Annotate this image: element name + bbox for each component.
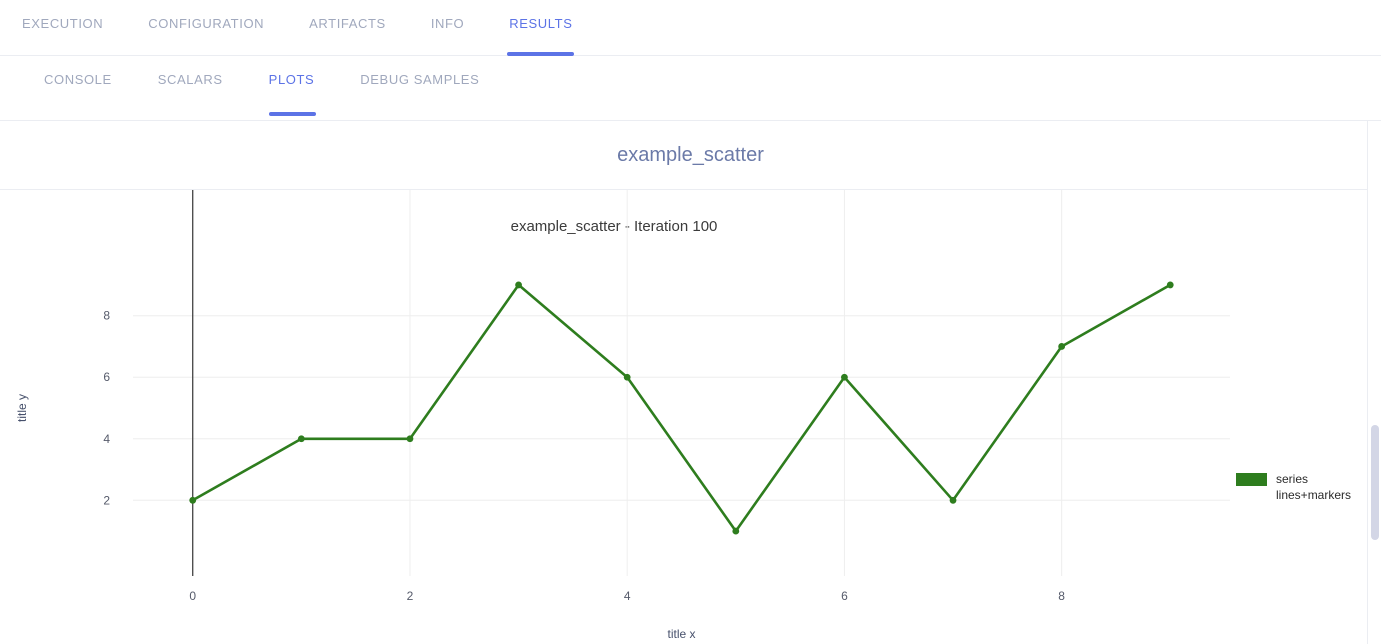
tab-artifacts-label: ARTIFACTS xyxy=(309,16,386,31)
page-scrollbar-track[interactable] xyxy=(1368,188,1381,644)
y-tick-label: 6 xyxy=(103,370,110,384)
tab-execution-label: EXECUTION xyxy=(22,16,104,31)
subtab-scalars[interactable]: SCALARS xyxy=(158,56,245,121)
chart-x-tick-labels: 0 2 4 6 8 xyxy=(189,589,1065,603)
subtab-console-label: CONSOLE xyxy=(44,72,112,87)
tab-configuration-label: CONFIGURATION xyxy=(148,16,265,31)
chart-canvas[interactable]: 0 2 4 6 8 2 4 6 8 title x title y xyxy=(0,190,1369,643)
chart-y-axis-title: title y xyxy=(15,394,29,422)
legend-color-swatch xyxy=(1236,473,1267,486)
tab-execution[interactable]: EXECUTION xyxy=(22,0,126,56)
subtab-console[interactable]: CONSOLE xyxy=(44,56,134,121)
subtab-scalars-label: SCALARS xyxy=(157,72,223,87)
subtab-plots[interactable]: PLOTS xyxy=(268,56,337,121)
tab-info-label: INFO xyxy=(430,16,465,31)
subtab-debug-samples-label: DEBUG SAMPLES xyxy=(360,72,480,87)
series-marker[interactable] xyxy=(1166,281,1174,289)
series-marker[interactable] xyxy=(732,527,740,535)
series-polyline[interactable] xyxy=(191,283,1172,533)
series-marker[interactable] xyxy=(623,373,631,381)
results-plots-page: EXECUTION CONFIGURATION ARTIFACTS INFO R… xyxy=(0,0,1381,644)
x-tick-label: 8 xyxy=(1058,589,1065,603)
chart-series-line[interactable] xyxy=(191,283,1172,533)
x-tick-label: 0 xyxy=(189,589,196,603)
tab-configuration[interactable]: CONFIGURATION xyxy=(148,0,287,56)
main-tab-bar: EXECUTION CONFIGURATION ARTIFACTS INFO R… xyxy=(0,0,1381,56)
tab-results-label: RESULTS xyxy=(509,16,573,31)
x-tick-label: 6 xyxy=(841,589,848,603)
legend-series-mode: lines+markers xyxy=(1276,488,1352,502)
plot-card-title: example_scatter xyxy=(617,143,764,166)
chart-y-tick-labels: 2 4 6 8 xyxy=(103,309,110,508)
series-marker[interactable] xyxy=(1058,343,1066,350)
series-marker[interactable] xyxy=(841,373,848,381)
series-marker[interactable] xyxy=(949,496,957,504)
chart-series-markers[interactable] xyxy=(189,281,1174,535)
x-tick-label: 4 xyxy=(624,589,631,603)
y-tick-label: 2 xyxy=(103,493,110,507)
series-marker[interactable] xyxy=(297,435,305,443)
chart-legend[interactable]: series lines+markers xyxy=(1236,471,1351,503)
subtab-plots-label: PLOTS xyxy=(268,72,315,87)
chart-gridlines xyxy=(133,190,1230,576)
tab-artifacts[interactable]: ARTIFACTS xyxy=(309,0,409,56)
y-tick-label: 4 xyxy=(103,432,110,446)
series-marker[interactable] xyxy=(189,496,197,504)
tab-info[interactable]: INFO xyxy=(431,0,487,56)
tab-results[interactable]: RESULTS xyxy=(507,0,595,56)
series-marker[interactable] xyxy=(406,435,414,443)
plot-card-header: example_scatter xyxy=(0,121,1381,190)
series-marker[interactable] xyxy=(515,281,522,289)
legend-labels: series lines+markers xyxy=(1276,471,1351,503)
x-tick-label: 2 xyxy=(407,589,414,603)
subtab-plots-active-indicator xyxy=(268,112,317,116)
results-sub-tab-bar: CONSOLE SCALARS PLOTS DEBUG SAMPLES xyxy=(0,56,1381,121)
subtab-debug-samples[interactable]: DEBUG SAMPLES xyxy=(360,56,501,121)
legend-series-name: series xyxy=(1276,472,1309,486)
plot-card-body: example_scatter - Iteration 100 02468 24… xyxy=(0,190,1369,643)
chart-x-axis-title: title x xyxy=(667,627,695,641)
y-tick-label: 8 xyxy=(103,309,110,323)
page-scrollbar-thumb[interactable] xyxy=(1371,425,1379,540)
